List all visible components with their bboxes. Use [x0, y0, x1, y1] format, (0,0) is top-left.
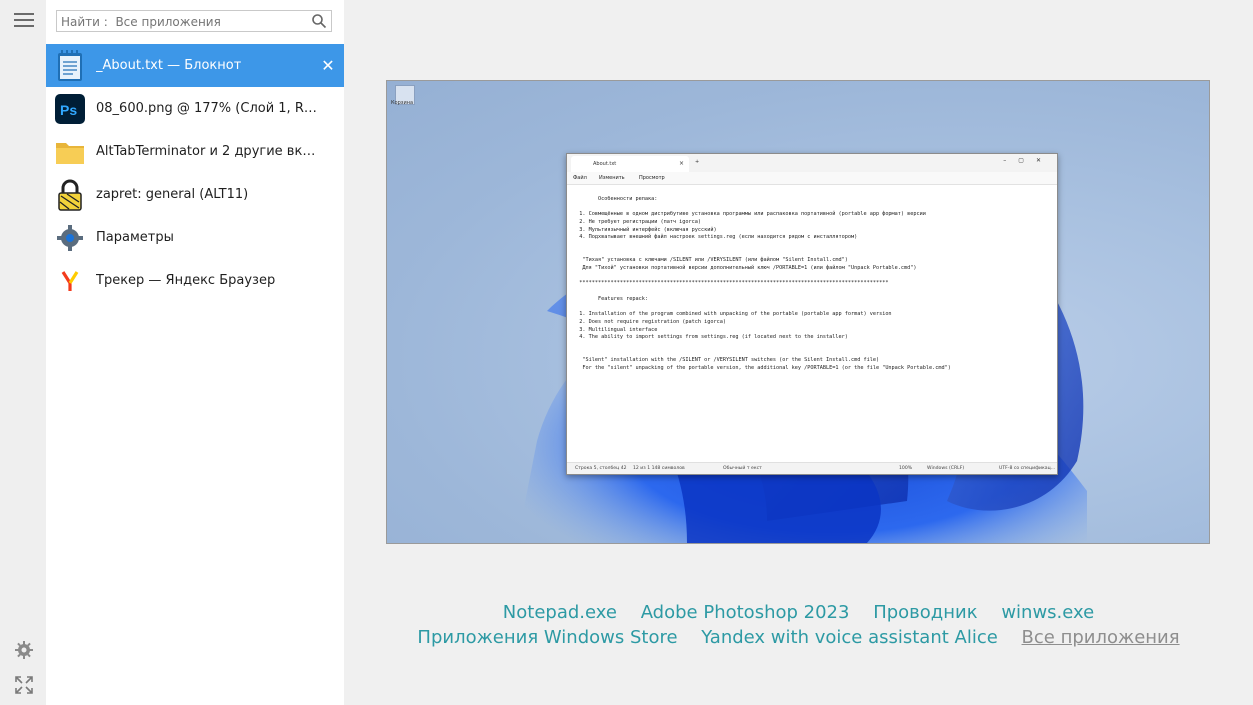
notepad-line	[573, 203, 1051, 211]
link-yandex-alice[interactable]: Yandex with voice assistant Alice	[701, 627, 998, 648]
link-windows-store[interactable]: Приложения Windows Store	[417, 627, 677, 648]
notepad-titlebar: About.txt × + –▢✕	[567, 154, 1057, 172]
expand-icon[interactable]	[12, 673, 36, 697]
close-icon[interactable]: ✕	[318, 55, 338, 75]
window-title: Параметры	[96, 230, 174, 245]
links-row-1: Notepad.exe Adobe Photoshop 2023 Проводн…	[344, 600, 1253, 625]
notepad-line: 4. Подхватывает внешний файл настроек se…	[573, 234, 858, 241]
notepad-line	[573, 188, 1051, 196]
lock-icon	[54, 179, 86, 211]
desktop-icon-label: Корзина	[391, 100, 414, 106]
tab-close-icon: ×	[679, 160, 685, 167]
link-winws[interactable]: winws.exe	[1001, 602, 1094, 623]
gear-icon	[54, 222, 86, 254]
links-row-2: Приложения Windows Store Yandex with voi…	[344, 625, 1253, 650]
notepad-menu: Файл Изменить Просмотр	[567, 172, 1057, 185]
notepad-icon	[54, 49, 86, 82]
folder-icon	[54, 136, 86, 168]
notepad-line	[573, 273, 1051, 281]
quick-links: Notepad.exe Adobe Photoshop 2023 Проводн…	[344, 600, 1253, 650]
notepad-line: "Silent" installation with the /SILENT o…	[573, 357, 880, 364]
notepad-line: 1. Installation of the program combined …	[573, 311, 892, 318]
notepad-line: 4. The ability to import settings from s…	[573, 334, 848, 341]
svg-text:Ps: Ps	[60, 102, 77, 118]
status-text: 12 из 1 148 символов	[633, 466, 685, 471]
notepad-line	[573, 250, 1051, 258]
photoshop-icon: Ps	[54, 93, 86, 125]
window-item-settings[interactable]: Параметры	[46, 216, 344, 259]
window-item-zapret[interactable]: zapret: general (ALT11)	[46, 173, 344, 216]
search-input[interactable]	[57, 12, 301, 32]
status-text: UTF-8 со спецификац...	[999, 466, 1056, 471]
notepad-line	[573, 342, 1051, 350]
notepad-tab: About.txt ×	[571, 156, 689, 172]
notepad-line: 2. Does not require registration (patch …	[573, 318, 727, 325]
search-icon[interactable]	[311, 13, 327, 29]
notepad-line: 1. Совмещённые в одном дистрибутиве уста…	[573, 211, 926, 218]
notepad-line: 2. Не требует регистрации (патч igorca)	[573, 218, 702, 225]
notepad-line	[573, 350, 1051, 358]
notepad-line: 3. Multilingual interface	[573, 326, 658, 333]
search-box[interactable]	[56, 10, 332, 32]
notepad-line	[573, 242, 1051, 250]
notepad-text: Особенности репака: 1. Совмещённые в одн…	[573, 188, 1051, 373]
status-text: 100%	[899, 466, 913, 471]
left-rail	[0, 0, 46, 705]
notepad-line: ****************************************…	[573, 280, 889, 287]
window-item-notepad[interactable]: _About.txt — Блокнот ✕	[46, 44, 344, 87]
window-item-yandex[interactable]: Трекер — Яндекс Браузер	[46, 259, 344, 302]
menu-item: Просмотр	[639, 175, 665, 181]
window-title: AltTabTerminator и 2 другие вкладк...	[96, 144, 321, 159]
notepad-window-thumbnail: About.txt × + –▢✕ Файл Изменить Просмотр…	[566, 153, 1058, 475]
window-thumbnail[interactable]: Корзина About.txt × + –▢✕ Файл Изменить …	[386, 80, 1210, 544]
settings-gear-icon[interactable]	[12, 638, 36, 662]
link-photoshop[interactable]: Adobe Photoshop 2023	[641, 602, 850, 623]
window-title: _About.txt — Блокнот	[96, 58, 242, 73]
menu-item: Изменить	[599, 175, 625, 181]
notepad-statusbar: Строка 5, столбец 42 12 из 1 148 символо…	[567, 462, 1057, 474]
menu-item: Файл	[573, 175, 587, 181]
window-controls-icon: –▢✕	[1003, 157, 1053, 164]
notepad-line: Особенности репака:	[573, 195, 658, 202]
window-title: Трекер — Яндекс Браузер	[96, 273, 276, 288]
window-title: 08_600.png @ 177% (Слой 1, RGB/8)	[96, 101, 321, 116]
window-list-panel: _About.txt — Блокнот ✕ Ps 08_600.png @ 1…	[46, 0, 344, 705]
new-tab-icon: +	[695, 159, 700, 165]
notepad-line: 3. Мультиязычный интерфейс (включая русс…	[573, 226, 717, 233]
notepad-line: Для "Тихой" установки портативной версии…	[573, 265, 917, 272]
notepad-line	[573, 288, 1051, 296]
link-notepad[interactable]: Notepad.exe	[503, 602, 617, 623]
hamburger-menu-icon[interactable]	[12, 8, 36, 32]
window-item-explorer[interactable]: AltTabTerminator и 2 другие вкладк...	[46, 130, 344, 173]
link-all-apps[interactable]: Все приложения	[1022, 627, 1180, 648]
link-explorer[interactable]: Проводник	[873, 602, 977, 623]
notepad-tab-title: About.txt	[593, 161, 617, 167]
status-text: Обычный т екст	[723, 466, 762, 471]
yandex-icon	[54, 265, 86, 297]
window-list: _About.txt — Блокнот ✕ Ps 08_600.png @ 1…	[46, 44, 344, 302]
status-text: Windows (CRLF)	[927, 466, 965, 471]
window-title: zapret: general (ALT11)	[96, 187, 249, 202]
notepad-line: For the "silent" unpacking of the portab…	[573, 365, 951, 372]
window-item-photoshop[interactable]: Ps 08_600.png @ 177% (Слой 1, RGB/8)	[46, 87, 344, 130]
notepad-line	[573, 304, 1051, 312]
preview-area: Корзина About.txt × + –▢✕ Файл Изменить …	[344, 0, 1253, 705]
notepad-line: "Тихая" установка с ключами /SILENT или …	[573, 257, 848, 264]
notepad-line: Features repack:	[573, 295, 648, 302]
status-text: Строка 5, столбец 42	[575, 466, 627, 471]
